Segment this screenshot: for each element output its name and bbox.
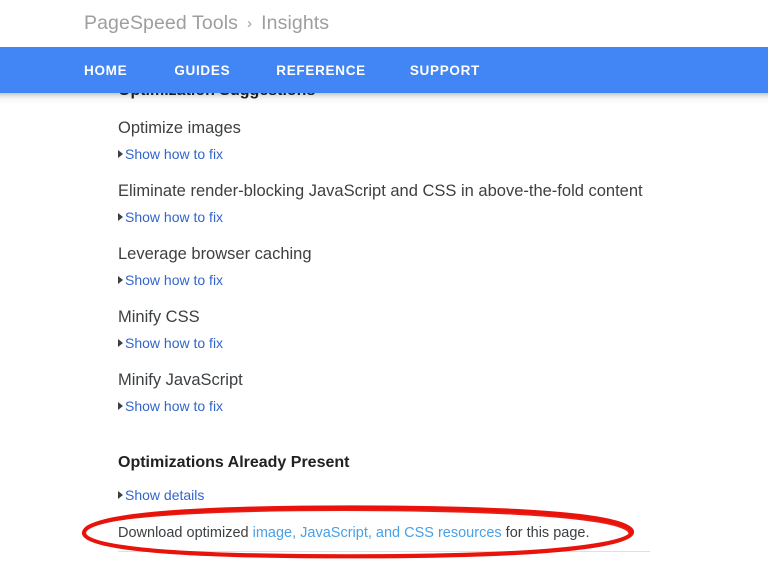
chevron-right-icon: › (247, 15, 253, 32)
divider (118, 551, 650, 552)
triangle-right-icon (118, 339, 123, 347)
download-text-after: for this page. (501, 525, 590, 541)
download-resources-link[interactable]: image, JavaScript, and CSS resources (253, 525, 502, 541)
suggestion-show-how-to-fix[interactable]: Show how to fix (118, 272, 223, 288)
suggestion-title: Eliminate render-blocking JavaScript and… (118, 182, 643, 200)
download-text-before: Download optimized (118, 525, 253, 541)
suggestion-title: Minify JavaScript (118, 371, 243, 389)
triangle-right-icon (118, 491, 123, 499)
breadcrumb-root[interactable]: PageSpeed Tools (84, 12, 238, 35)
nav-item-home[interactable]: HOME (84, 63, 127, 78)
navbar-shadow (0, 93, 768, 104)
show-details-row[interactable]: Show details (118, 487, 204, 503)
optimizations-already-present-heading: Optimizations Already Present (118, 454, 350, 471)
suggestion-show-how-to-fix[interactable]: Show how to fix (118, 146, 223, 162)
nav-item-guides[interactable]: GUIDES (174, 63, 230, 78)
suggestion-show-how-to-fix[interactable]: Show how to fix (118, 398, 223, 414)
triangle-right-icon (118, 150, 123, 158)
suggestion-show-how-to-fix[interactable]: Show how to fix (118, 209, 223, 225)
breadcrumb-current[interactable]: Insights (261, 12, 329, 35)
nav-item-support[interactable]: SUPPORT (410, 63, 480, 78)
triangle-right-icon (118, 213, 123, 221)
suggestion-title: Leverage browser caching (118, 245, 312, 263)
show-how-to-fix-link[interactable]: Show how to fix (125, 398, 223, 414)
triangle-right-icon (118, 402, 123, 410)
nav-item-reference[interactable]: REFERENCE (276, 63, 366, 78)
show-how-to-fix-link[interactable]: Show how to fix (125, 272, 223, 288)
breadcrumb: PageSpeed Tools › Insights (84, 12, 329, 35)
navbar-items: HOME GUIDES REFERENCE SUPPORT (0, 47, 480, 93)
suggestion-title: Optimize images (118, 119, 241, 137)
show-how-to-fix-link[interactable]: Show how to fix (125, 209, 223, 225)
download-resources-line: Download optimized image, JavaScript, an… (118, 525, 590, 541)
breadcrumb-band: PageSpeed Tools › Insights (0, 0, 768, 47)
primary-navbar: HOME GUIDES REFERENCE SUPPORT (0, 47, 768, 93)
triangle-right-icon (118, 276, 123, 284)
suggestion-title: Minify CSS (118, 308, 200, 326)
show-how-to-fix-link[interactable]: Show how to fix (125, 146, 223, 162)
suggestion-show-how-to-fix[interactable]: Show how to fix (118, 335, 223, 351)
show-details-link[interactable]: Show details (125, 487, 204, 503)
show-how-to-fix-link[interactable]: Show how to fix (125, 335, 223, 351)
